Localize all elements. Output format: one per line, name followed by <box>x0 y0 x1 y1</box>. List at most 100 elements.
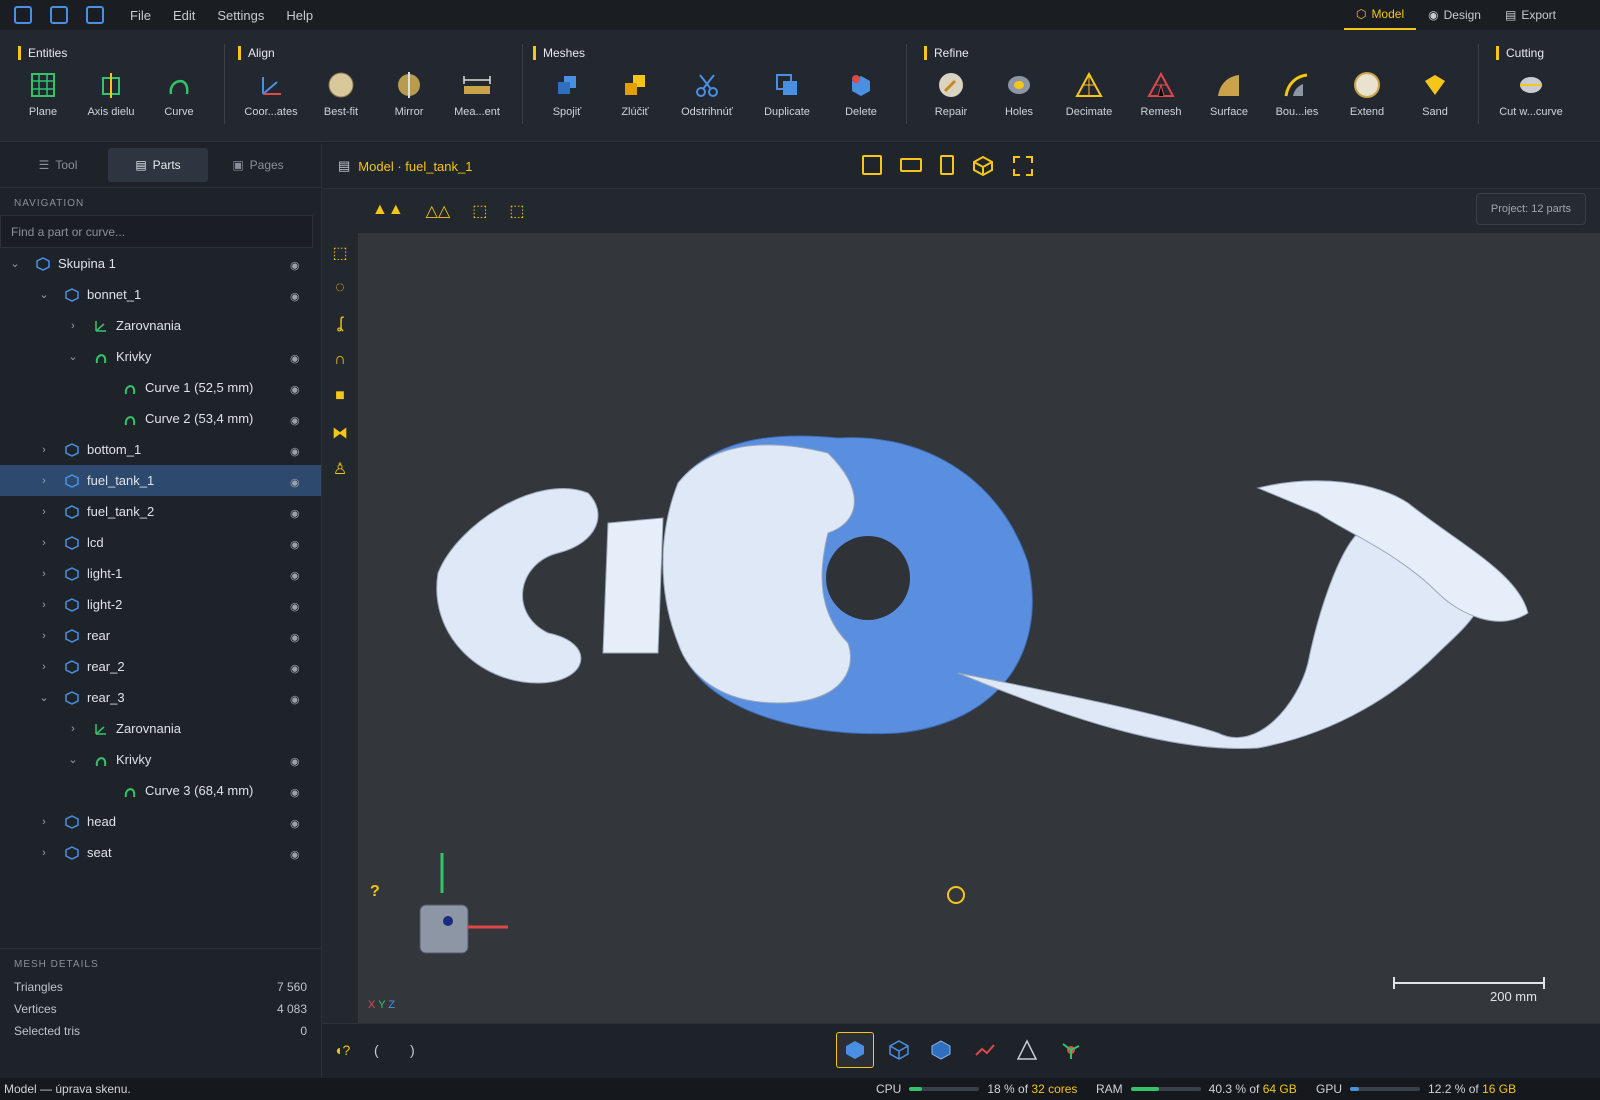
odstrihnut-button[interactable]: Odstrihnúť <box>676 70 738 118</box>
app-icon[interactable] <box>14 6 32 24</box>
chevron-down-icon[interactable]: ⌄ <box>39 691 49 704</box>
tree-row[interactable]: ⌄ rear_3 ◉ <box>0 682 321 713</box>
mode-export[interactable]: ▤ Export <box>1493 0 1568 30</box>
tree-row[interactable]: › rear ◉ <box>0 620 321 651</box>
menu-edit[interactable]: Edit <box>173 8 195 23</box>
tree-row[interactable]: › bottom_1 ◉ <box>0 434 321 465</box>
tab-tool[interactable]: ☰ Tool <box>8 148 108 182</box>
measurement-button[interactable]: Mea...ent <box>446 70 508 118</box>
chevron-down-icon[interactable]: ⌄ <box>68 753 78 766</box>
path-select-icon[interactable]: ʆ <box>329 315 351 337</box>
shaded-wire-mode-button[interactable] <box>922 1032 960 1068</box>
tree-row[interactable]: Curve 3 (68,4 mm) ◉ <box>0 775 321 806</box>
mirror-select-icon[interactable]: ⧓ <box>329 423 351 445</box>
spojit-button[interactable]: Spojiť <box>536 70 598 118</box>
chevron-down-icon[interactable]: ⌄ <box>10 257 20 270</box>
search-input[interactable]: Find a part or curve... <box>0 215 313 248</box>
repair-button[interactable]: Repair <box>920 70 982 118</box>
eye-icon[interactable]: ◉ <box>290 414 306 427</box>
chevron-right-icon[interactable]: › <box>39 537 49 549</box>
chevron-down-icon[interactable]: ⌄ <box>68 350 78 363</box>
person-select-icon[interactable]: ♙ <box>329 459 351 481</box>
tab-parts[interactable]: ▤ Parts <box>108 148 208 182</box>
eye-icon[interactable]: ◉ <box>290 848 306 861</box>
plane-button[interactable]: Plane <box>12 70 74 118</box>
view-front-icon[interactable] <box>862 155 882 175</box>
axis-button[interactable]: Axis dielu <box>80 70 142 118</box>
decimate-button[interactable]: Decimate <box>1058 70 1120 118</box>
help-marker[interactable]: ? <box>370 883 380 901</box>
menu-file[interactable]: File <box>130 8 151 23</box>
chevron-right-icon[interactable]: › <box>39 847 49 859</box>
tree-row[interactable]: › rear_2 ◉ <box>0 651 321 682</box>
eye-icon[interactable]: ◉ <box>290 538 306 551</box>
tree-row[interactable]: › light-2 ◉ <box>0 589 321 620</box>
chevron-right-icon[interactable]: › <box>39 506 49 518</box>
view-top-icon[interactable] <box>900 158 922 172</box>
mode-model[interactable]: ⬡ Model <box>1343 0 1417 30</box>
tree-row[interactable]: ⌄ bonnet_1 ◉ <box>0 279 321 310</box>
cut-with-curve-button[interactable]: Cut w...curve <box>1498 70 1564 118</box>
tree-row[interactable]: › head ◉ <box>0 806 321 837</box>
bracket-right-icon[interactable]: ) <box>410 1042 415 1058</box>
eye-icon[interactable]: ◉ <box>290 662 306 675</box>
save-icon[interactable] <box>50 6 68 24</box>
pivot-indicator[interactable] <box>947 886 965 904</box>
view-side-icon[interactable] <box>940 155 954 175</box>
delete-button[interactable]: Delete <box>830 70 892 118</box>
axis-gizmo[interactable] <box>419 853 508 954</box>
chevron-right-icon[interactable]: › <box>39 475 49 487</box>
arch-select-icon[interactable]: ∩ <box>329 351 351 373</box>
select-nodes-icon[interactable]: ⬚ <box>472 201 487 221</box>
chevron-right-icon[interactable]: › <box>39 568 49 580</box>
chevron-down-icon[interactable]: ⌄ <box>39 288 49 301</box>
bestfit-button[interactable]: Best-fit <box>310 70 372 118</box>
eye-icon[interactable]: ◉ <box>290 352 306 365</box>
eye-icon[interactable]: ◉ <box>290 507 306 520</box>
deviation-mode-button[interactable] <box>1008 1032 1046 1068</box>
fill-select-icon[interactable]: ■ <box>329 387 351 409</box>
menu-help[interactable]: Help <box>286 8 313 23</box>
tree-row[interactable]: ⌄ Skupina 1 ◉ <box>0 248 321 279</box>
select-edges-icon[interactable]: ⬚ <box>509 201 524 221</box>
wireframe-mode-button[interactable] <box>880 1032 918 1068</box>
tree-row[interactable]: › light-1 ◉ <box>0 558 321 589</box>
tree-row[interactable]: › lcd ◉ <box>0 527 321 558</box>
eye-icon[interactable]: ◉ <box>290 600 306 613</box>
lasso-select-icon[interactable]: ◌ <box>329 279 351 301</box>
chevron-right-icon[interactable]: › <box>39 816 49 828</box>
rect-select-icon[interactable]: ⬚ <box>329 243 351 265</box>
tree-row[interactable]: ⌄ Krivky ◉ <box>0 341 321 372</box>
mode-design[interactable]: ◉ Design <box>1416 0 1493 30</box>
coordinates-button[interactable]: Coor...ates <box>240 70 302 118</box>
tree-row[interactable]: Curve 1 (52,5 mm) ◉ <box>0 372 321 403</box>
bracket-left-icon[interactable]: ( <box>374 1042 379 1058</box>
eye-icon[interactable]: ◉ <box>290 383 306 396</box>
window-icon[interactable] <box>86 6 104 24</box>
curvature-mode-button[interactable] <box>966 1032 1004 1068</box>
surface-button[interactable]: Surface <box>1198 70 1260 118</box>
tree-row[interactable]: › fuel_tank_1 ◉ <box>0 465 321 496</box>
tree-row[interactable]: › fuel_tank_2 ◉ <box>0 496 321 527</box>
holes-button[interactable]: Holes <box>988 70 1050 118</box>
tree-row[interactable]: Curve 2 (53,4 mm) ◉ <box>0 403 321 434</box>
tree-row[interactable]: › seat ◉ <box>0 837 321 868</box>
mirror-button[interactable]: Mirror <box>378 70 440 118</box>
view-iso-icon[interactable] <box>972 155 994 180</box>
menu-settings[interactable]: Settings <box>217 8 264 23</box>
3d-scene[interactable]: ? X Y Z 200 mm <box>358 233 1600 1023</box>
tree-row[interactable]: › Zarovnania <box>0 310 321 341</box>
eye-icon[interactable]: ◉ <box>290 290 306 303</box>
chevron-right-icon[interactable]: › <box>39 444 49 456</box>
eye-icon[interactable]: ◉ <box>290 693 306 706</box>
fit-view-icon[interactable] <box>1012 155 1034 180</box>
chevron-right-icon[interactable]: › <box>39 630 49 642</box>
tab-pages[interactable]: ▣ Pages <box>208 148 308 182</box>
chevron-right-icon[interactable]: › <box>68 723 78 735</box>
eye-icon[interactable]: ◉ <box>290 476 306 489</box>
eye-icon[interactable]: ◉ <box>290 786 306 799</box>
tree-row[interactable]: ⌄ Krivky ◉ <box>0 744 321 775</box>
tree-row[interactable]: › Zarovnania <box>0 713 321 744</box>
remesh-button[interactable]: Remesh <box>1130 70 1192 118</box>
sand-button[interactable]: Sand <box>1404 70 1466 118</box>
